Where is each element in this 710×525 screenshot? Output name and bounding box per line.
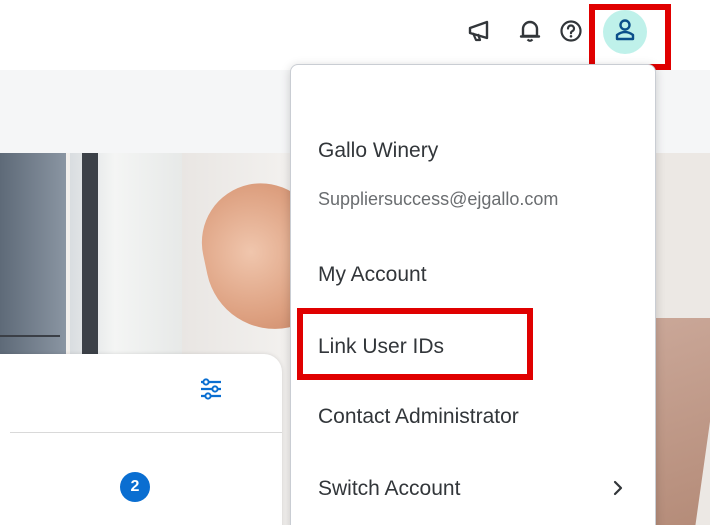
user-icon <box>614 18 636 47</box>
menu-item-my-account[interactable]: My Account <box>291 249 655 301</box>
megaphone-icon[interactable] <box>465 16 495 46</box>
bell-icon[interactable] <box>515 16 545 46</box>
shell-bar <box>0 0 710 70</box>
dashboard-card: 2 <box>0 354 282 525</box>
menu-item-label: Switch Account <box>318 477 461 500</box>
menu-item-label: My Account <box>318 263 427 286</box>
count-badge: 2 <box>120 472 150 502</box>
app-screen: 2 Gallo Winery Suppliersuccess@ejgallo.c… <box>0 0 710 525</box>
user-menu-popover: Gallo Winery Suppliersuccess@ejgallo.com… <box>290 64 656 525</box>
filter-settings-icon[interactable] <box>196 374 226 404</box>
user-email: Suppliersuccess@ejgallo.com <box>318 189 559 209</box>
menu-item-switch-account[interactable]: Switch Account <box>291 463 655 515</box>
help-icon[interactable] <box>556 16 586 46</box>
company-name: Gallo Winery <box>318 139 439 162</box>
menu-item-contact-administrator[interactable]: Contact Administrator <box>291 391 655 443</box>
chevron-right-icon <box>611 477 625 505</box>
card-divider <box>10 432 282 433</box>
menu-item-label: Link User IDs <box>318 335 445 358</box>
menu-item-link-user-ids[interactable]: Link User IDs <box>291 321 655 373</box>
user-avatar-button[interactable] <box>603 10 647 54</box>
menu-item-label: Contact Administrator <box>318 405 519 428</box>
